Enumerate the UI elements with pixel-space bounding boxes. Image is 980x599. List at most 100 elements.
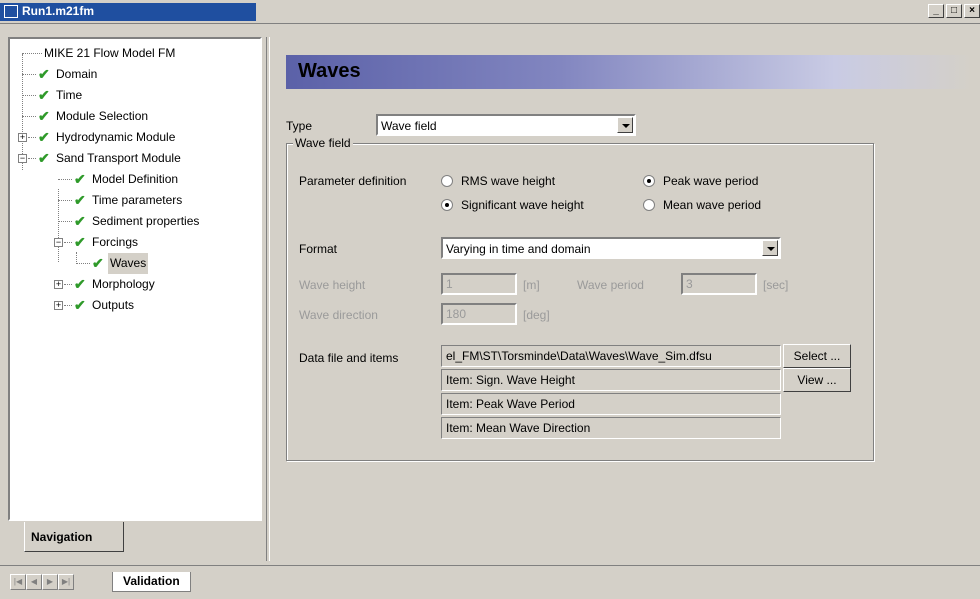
tree-item-sand-transport-module[interactable]: − ✔ Sand Transport Module <box>10 148 260 169</box>
radio-mean-wave-period[interactable]: Mean wave period <box>643 197 761 213</box>
tree-item-label: Sediment properties <box>92 214 200 228</box>
data-item-row[interactable]: Item: Peak Wave Period <box>441 393 781 415</box>
data-item-row[interactable]: Item: Sign. Wave Height <box>441 369 781 391</box>
nav-prev-icon[interactable]: ◀ <box>26 574 42 590</box>
type-select-value: Wave field <box>381 119 437 133</box>
title-bar: Run1.m21fm _ □ × <box>0 0 980 24</box>
tree-item-label: Sand Transport Module <box>56 151 181 165</box>
expand-icon[interactable]: + <box>18 133 27 142</box>
radio-dot <box>643 175 655 187</box>
type-select[interactable]: Wave field <box>376 114 636 136</box>
wave-direction-unit: [deg] <box>523 308 550 322</box>
parameter-definition-label: Parameter definition <box>299 174 407 188</box>
radio-label: RMS wave height <box>461 174 556 188</box>
radio-dot <box>441 199 453 211</box>
wave-period-label: Wave period <box>577 278 644 292</box>
format-label: Format <box>299 242 338 256</box>
radio-label: Peak wave period <box>663 174 759 188</box>
check-icon: ✔ <box>74 213 86 229</box>
check-icon: ✔ <box>38 87 50 103</box>
minimize-button[interactable]: _ <box>928 4 944 18</box>
tree-item-time[interactable]: ✔ Time <box>10 85 260 106</box>
radio-dot <box>441 175 453 187</box>
wave-direction-label: Wave direction <box>299 308 378 322</box>
select-file-button[interactable]: Select ... <box>783 344 851 368</box>
main-pane: Waves Type Wave field Wave field Paramet… <box>272 37 980 563</box>
tree-item-label: Morphology <box>92 277 155 291</box>
check-icon: ✔ <box>74 192 86 208</box>
page-header: Waves <box>286 55 972 89</box>
collapse-icon[interactable]: − <box>18 154 27 163</box>
format-select[interactable]: Varying in time and domain <box>441 237 781 259</box>
nav-next-icon[interactable]: ▶ <box>42 574 58 590</box>
wave-direction-input[interactable]: 180 <box>441 303 517 325</box>
tree-item-label: MIKE 21 Flow Model FM <box>44 46 176 60</box>
radio-significant-wave-height[interactable]: Significant wave height <box>441 197 584 213</box>
chevron-down-icon[interactable] <box>762 240 778 256</box>
wave-period-input[interactable]: 3 <box>681 273 757 295</box>
radio-rms-wave-height[interactable]: RMS wave height <box>441 173 555 189</box>
nav-last-icon[interactable]: ▶| <box>58 574 74 590</box>
tree-item-label: Module Selection <box>56 109 149 123</box>
page-title: Waves <box>298 60 361 82</box>
tree-item-waves[interactable]: ✔ Waves <box>10 253 260 274</box>
collapse-icon[interactable]: − <box>54 238 63 247</box>
window-title: Run1.m21fm <box>22 4 95 18</box>
nav-first-icon[interactable]: |◀ <box>10 574 26 590</box>
view-file-button[interactable]: View ... <box>783 368 851 392</box>
check-icon: ✔ <box>38 66 50 82</box>
expand-icon[interactable]: + <box>54 280 63 289</box>
tab-navigation[interactable]: Navigation <box>24 522 124 552</box>
check-icon: ✔ <box>38 108 50 124</box>
wave-period-unit: [sec] <box>763 278 789 292</box>
tree-item-label: Model Definition <box>92 172 179 186</box>
window-controls: _ □ × <box>926 4 980 18</box>
wave-height-unit: [m] <box>523 278 540 292</box>
check-icon: ✔ <box>74 234 86 250</box>
check-icon: ✔ <box>74 276 86 292</box>
data-file-label: Data file and items <box>299 351 399 365</box>
expand-icon[interactable]: + <box>54 301 63 310</box>
tab-validation[interactable]: Validation <box>112 572 191 592</box>
navigation-pane: MIKE 21 Flow Model FM ✔ Domain ✔ Time ✔ … <box>8 37 262 521</box>
tree-item-hydrodynamic-module[interactable]: + ✔ Hydrodynamic Module <box>10 127 260 148</box>
format-select-value: Varying in time and domain <box>446 242 591 256</box>
tree-item-domain[interactable]: ✔ Domain <box>10 64 260 85</box>
wave-height-input[interactable]: 1 <box>441 273 517 295</box>
check-icon: ✔ <box>74 297 86 313</box>
tree-item-label: Time <box>56 88 83 102</box>
tree-item-outputs[interactable]: + ✔ Outputs <box>10 295 260 316</box>
tree-item-forcings[interactable]: − ✔ Forcings <box>10 232 260 253</box>
wave-height-label: Wave height <box>299 278 366 292</box>
close-button[interactable]: × <box>964 4 980 18</box>
tree-item-root[interactable]: MIKE 21 Flow Model FM <box>10 43 260 64</box>
tab-navigation-buttons: |◀ ◀ ▶ ▶| <box>10 574 74 590</box>
tree-item-label: Outputs <box>92 298 135 312</box>
tree-item-model-definition[interactable]: ✔ Model Definition <box>10 169 260 190</box>
tree-item-sediment-properties[interactable]: ✔ Sediment properties <box>10 211 260 232</box>
radio-peak-wave-period[interactable]: Peak wave period <box>643 173 758 189</box>
bottom-tab-bar: |◀ ◀ ▶ ▶| Validation <box>0 565 980 599</box>
radio-dot <box>643 199 655 211</box>
tree-item-time-parameters[interactable]: ✔ Time parameters <box>10 190 260 211</box>
group-legend: Wave field <box>293 136 353 150</box>
tree-item-label: Waves <box>108 253 149 274</box>
app-icon <box>4 5 18 18</box>
data-item-row[interactable]: Item: Mean Wave Direction <box>441 417 781 439</box>
check-icon: ✔ <box>38 150 50 166</box>
radio-label: Significant wave height <box>461 198 584 212</box>
model-tree: MIKE 21 Flow Model FM ✔ Domain ✔ Time ✔ … <box>10 43 260 316</box>
tree-item-label: Domain <box>56 67 98 81</box>
tree-item-morphology[interactable]: + ✔ Morphology <box>10 274 260 295</box>
tree-item-module-selection[interactable]: ✔ Module Selection <box>10 106 260 127</box>
tree-item-label: Time parameters <box>92 193 183 207</box>
tree-item-label: Hydrodynamic Module <box>56 130 176 144</box>
maximize-button[interactable]: □ <box>946 4 962 18</box>
data-file-path[interactable]: el_FM\ST\Torsminde\Data\Waves\Wave_Sim.d… <box>441 345 781 367</box>
check-icon: ✔ <box>38 129 50 145</box>
chevron-down-icon[interactable] <box>617 117 633 133</box>
pane-splitter[interactable] <box>266 37 270 561</box>
check-icon: ✔ <box>74 171 86 187</box>
type-label: Type <box>286 119 313 133</box>
check-icon: ✔ <box>92 255 104 271</box>
